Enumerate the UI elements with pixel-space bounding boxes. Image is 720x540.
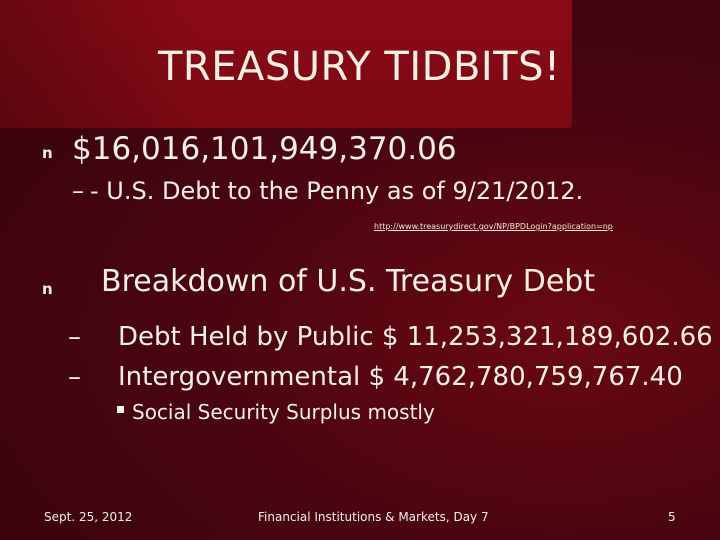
detail-line-intergovernmental: – Intergovernmental $ 4,762,780,759,767.4… — [68, 362, 683, 392]
square-bullet-icon: n — [42, 280, 53, 298]
detail-text: Intergovernmental $ 4,762,780,759,767.40 — [118, 362, 683, 392]
dash-icon: – — [72, 177, 84, 205]
breakdown-heading: Breakdown of U.S. Treasury Debt — [101, 264, 596, 299]
dash-icon: – — [68, 362, 81, 392]
debt-subline: – - U.S. Debt to the Penny as of 9/21/201… — [72, 177, 583, 205]
source-link[interactable]: http://www.treasurydirect.gov/NP/BPDLogi… — [374, 222, 613, 231]
dash-icon: – — [68, 322, 81, 352]
footer-page-number: 5 — [668, 510, 676, 524]
debt-total: $16,016,101,949,370.06 — [72, 131, 457, 167]
detail-line-public: – Debt Held by Public $ 11,253,321,189,60… — [68, 322, 713, 352]
subline-text: U.S. Debt to the Penny as of 9/21/2012. — [106, 177, 584, 205]
footer-course: Financial Institutions & Markets, Day 7 — [258, 510, 489, 524]
slide-title: TREASURY TIDBITS! — [158, 44, 561, 90]
slide: TREASURY TIDBITS! n $16,016,101,949,370.… — [0, 0, 720, 540]
square-bullet-icon: n — [42, 144, 53, 162]
footer-date: Sept. 25, 2012 — [44, 510, 133, 524]
sub-detail: Social Security Surplus mostly — [132, 400, 435, 424]
detail-text: Debt Held by Public $ 11,253,321,189,602… — [118, 322, 713, 352]
small-square-bullet-icon — [117, 406, 124, 413]
subline-prefix: - — [90, 177, 107, 205]
